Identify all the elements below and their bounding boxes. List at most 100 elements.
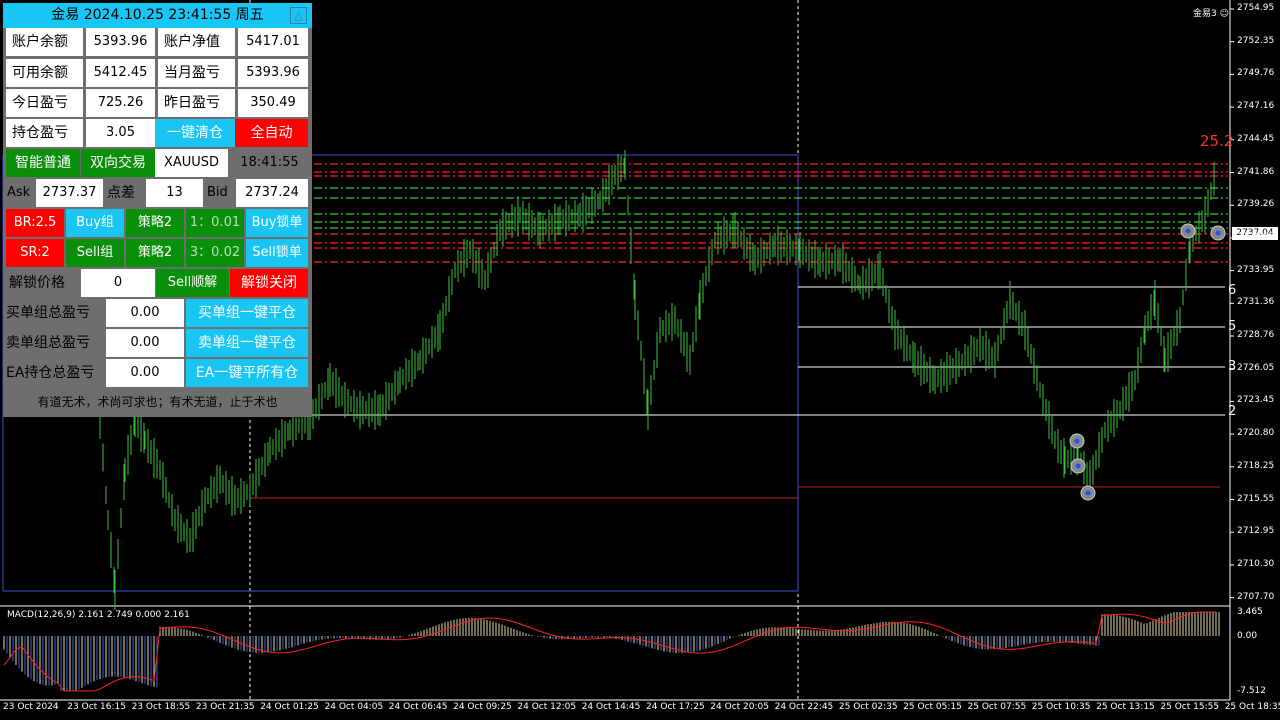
price-tick-label: 2715.55 — [1237, 493, 1275, 504]
bid-label: Bid — [207, 185, 228, 200]
fibo-level-label: 3 — [1228, 359, 1237, 374]
macd-tick-label: 3.465 — [1237, 607, 1263, 617]
time-tick-label: 24 Oct 12:05 — [517, 702, 577, 712]
price-tick-label: 2754.95 — [1237, 3, 1275, 13]
price-tick-label: 2723.45 — [1237, 395, 1275, 406]
spread-value: 13 — [146, 179, 203, 207]
buy-close-button[interactable]: 买单组一键平仓 — [186, 299, 308, 327]
triangle-up-icon[interactable]: △ — [290, 7, 307, 24]
full-auto-button[interactable]: 全自动 — [235, 119, 308, 147]
sell-total-label: 卖单组总盈亏 — [6, 335, 90, 351]
smart-mode-button[interactable]: 智能普通 — [6, 149, 80, 177]
buy-lock-button[interactable]: Buy锁单 — [246, 209, 308, 237]
ea-control-panel: 金易 2024.10.25 23:41:55 周五 △ 账户余额 5393.96… — [3, 3, 312, 417]
two-way-button[interactable]: 双向交易 — [81, 149, 155, 177]
time-tick-label: 24 Oct 14:45 — [581, 702, 641, 712]
sell-strategy-button[interactable]: 策略2 — [126, 239, 184, 267]
equity-value: 5417.01 — [238, 28, 308, 56]
close-all-button[interactable]: 一键清仓 — [155, 119, 235, 147]
sell-unlock-button[interactable]: Sell顺解 — [156, 269, 229, 297]
trade-marker-dot — [1185, 228, 1191, 234]
month-pl-label: 当月盈亏 — [158, 59, 235, 87]
ask-label: Ask — [7, 185, 31, 200]
unlock-price-label: 解锁价格 — [9, 275, 65, 291]
today-pl-value: 725.26 — [86, 89, 155, 117]
trade-marker-dot — [1075, 463, 1081, 469]
time-tick-label: 25 Oct 10:35 — [1031, 702, 1091, 712]
ask-value: 2737.37 — [36, 179, 103, 207]
price-tick-label: 2736.55 — [1237, 231, 1275, 242]
time-tick-label: 25 Oct 05:15 — [903, 702, 962, 712]
today-pl-label: 今日盈亏 — [6, 89, 83, 117]
price-tick-label: 2726.05 — [1237, 362, 1275, 373]
bid-value: 2737.24 — [236, 179, 308, 207]
price-tick-label: 2749.76 — [1237, 68, 1275, 79]
price-tick-label: 2720.80 — [1237, 428, 1275, 439]
time-tick-label: 23 Oct 18:55 — [131, 702, 191, 712]
price-tick-label: 2733.95 — [1237, 264, 1275, 275]
yesterday-pl-value: 350.49 — [238, 89, 308, 117]
balance-label: 账户余额 — [6, 28, 83, 56]
fibo-value-label: 25.2 — [1200, 132, 1234, 150]
buy-strategy-button[interactable]: 策略2 — [126, 209, 184, 237]
buy-ratio-field: 1：0.01 — [186, 209, 244, 237]
price-tick-label: 2731.36 — [1237, 297, 1275, 308]
macd-tick-label: -7.512 — [1237, 686, 1267, 696]
price-tick-label: 2752.35 — [1237, 35, 1275, 46]
trade-marker-dot — [1074, 438, 1080, 444]
ea-total-value: 0.00 — [106, 359, 184, 387]
br-button[interactable]: BR:2.5 — [6, 209, 64, 237]
price-tick-label: 2747.16 — [1237, 101, 1275, 112]
ea-close-all-button[interactable]: EA一键平所有仓 — [186, 359, 308, 387]
fibo-level-label: 5 — [1228, 319, 1237, 334]
free-margin-value: 5412.45 — [86, 59, 155, 87]
macd-signal-line — [3, 611, 1216, 692]
spread-label: 点差 — [107, 185, 135, 201]
ea-tag: 金易3 ☺ — [1193, 9, 1229, 19]
unlock-close-button[interactable]: 解锁关闭 — [230, 269, 308, 297]
month-pl-value: 5393.96 — [238, 59, 308, 87]
unlock-price-input[interactable]: 0 — [81, 269, 155, 297]
sr-button[interactable]: SR:2 — [6, 239, 64, 267]
sell-ratio-field: 3：0.02 — [186, 239, 244, 267]
hold-pl-label: 持仓盈亏 — [6, 119, 83, 147]
time-tick-label: 24 Oct 17:25 — [646, 702, 705, 712]
price-tick-label: 2710.30 — [1237, 558, 1275, 569]
time-tick-label: 23 Oct 16:15 — [67, 702, 126, 712]
panel-title: 金易 2024.10.25 23:41:55 周五 △ — [3, 3, 312, 28]
time-tick-label: 24 Oct 01:25 — [260, 702, 319, 712]
sell-close-button[interactable]: 卖单组一键平仓 — [186, 329, 308, 357]
time-tick-label: 25 Oct 07:55 — [967, 702, 1027, 712]
trade-marker-dot — [1215, 230, 1221, 236]
time-tick-label: 24 Oct 09:25 — [453, 702, 512, 712]
yesterday-pl-label: 昨日盈亏 — [158, 89, 235, 117]
time-tick-label: 25 Oct 15:55 — [1160, 702, 1220, 712]
smiley-icon: ☺ — [1219, 9, 1229, 19]
ea-total-label: EA持仓总盈亏 — [6, 365, 95, 381]
fibo-level-label: 6 — [1228, 283, 1237, 298]
server-time: 18:41:55 — [240, 155, 299, 170]
price-tick-label: 2718.25 — [1237, 460, 1275, 471]
price-tick-label: 2728.76 — [1237, 330, 1275, 340]
balance-value: 5393.96 — [86, 28, 155, 56]
sell-lock-button[interactable]: Sell锁单 — [246, 239, 308, 267]
motto-text: 有道无术，术尚可求也；有术无道，止于术也 — [37, 395, 278, 409]
trade-marker-dot — [1085, 490, 1091, 496]
time-tick-label: 24 Oct 22:45 — [774, 702, 834, 712]
time-tick-label: 25 Oct 02:35 — [838, 702, 898, 712]
macd-tick-label: 0.00 — [1237, 631, 1258, 641]
buy-total-value: 0.00 — [106, 299, 184, 327]
time-tick-label: 23 Oct 2024 — [3, 702, 59, 712]
time-tick-label: 25 Oct 13:15 — [1096, 702, 1155, 712]
time-tick-label: 24 Oct 20:05 — [710, 702, 769, 712]
equity-label: 账户净值 — [158, 28, 235, 56]
free-margin-label: 可用余额 — [6, 59, 83, 87]
macd-label: MACD(12,26,9) 2.161 2.749 0.000 2.161 — [7, 610, 190, 620]
hold-pl-value: 3.05 — [86, 119, 155, 147]
time-tick-label: 24 Oct 06:45 — [388, 702, 448, 712]
price-tick-label: 2739.26 — [1237, 199, 1275, 210]
price-tick-label: 2741.86 — [1237, 166, 1275, 177]
price-tick-label: 2707.70 — [1237, 591, 1275, 602]
buy-group-button[interactable]: Buy组 — [66, 209, 124, 237]
sell-group-button[interactable]: Sell组 — [66, 239, 124, 267]
